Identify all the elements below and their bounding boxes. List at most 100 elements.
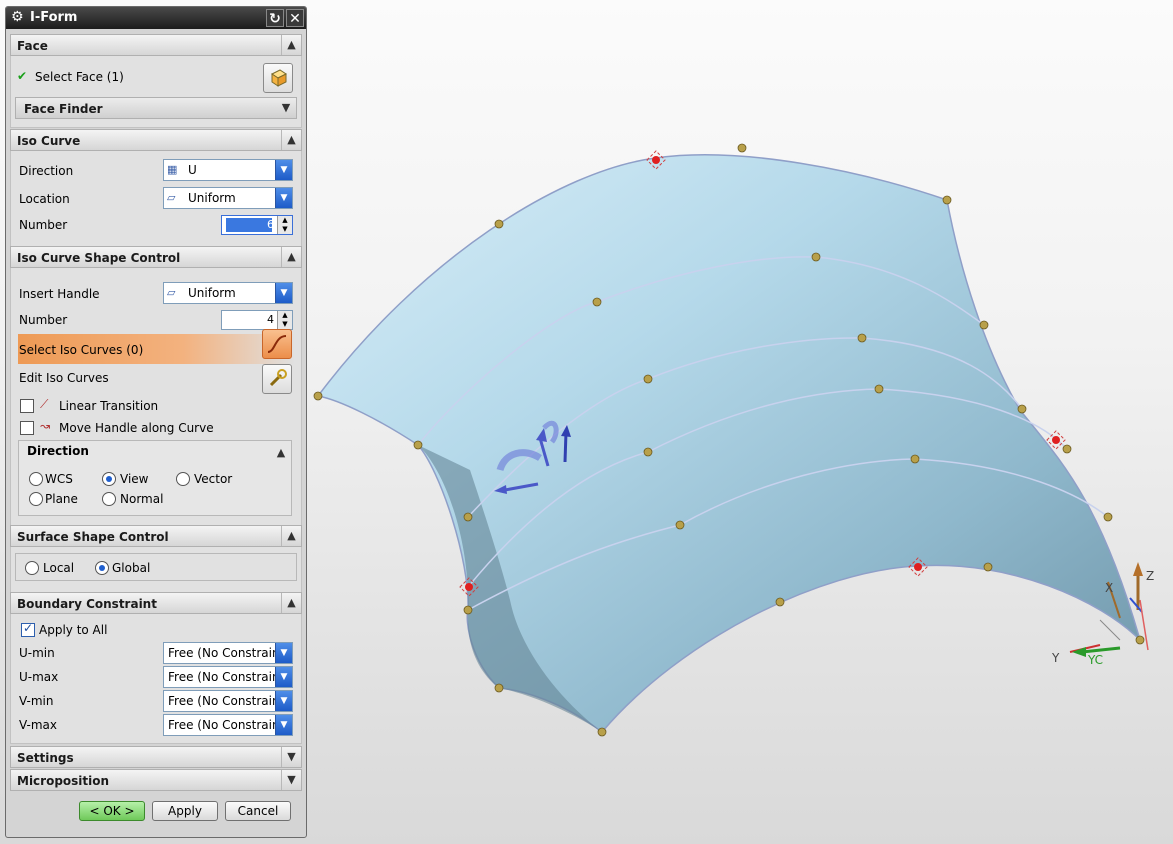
select-face-label[interactable]: Select Face (1) <box>35 70 124 84</box>
chevron-down-icon[interactable]: ▼ <box>275 160 292 180</box>
u-min-label: U-min <box>19 646 55 660</box>
direction-label: Direction <box>19 164 74 178</box>
v-max-select[interactable]: Free (No Constraint) ▼ <box>163 714 293 736</box>
surface-shape-section-body: Local Global <box>10 547 302 593</box>
iso-direction-icon: ▦ <box>167 163 178 176</box>
uniform-icon: ▱ <box>167 191 176 204</box>
location-label: Location <box>19 192 70 206</box>
linear-transition-checkbox[interactable] <box>20 399 34 413</box>
radio-normal[interactable] <box>102 492 116 506</box>
dialog-title: I-Form <box>30 10 78 25</box>
chevron-up-icon[interactable]: ▲ <box>281 35 301 55</box>
move-handle-label: Move Handle along Curve <box>59 421 214 435</box>
chevron-down-icon[interactable]: ▼ <box>275 188 292 208</box>
gear-icon[interactable]: ⚙ <box>11 9 24 25</box>
radio-plane-label: Plane <box>45 492 78 506</box>
iso-curve-section-header[interactable]: Iso Curve ▲ <box>10 129 302 151</box>
spinner-arrows-icon[interactable]: ▲ ▼ <box>277 311 292 329</box>
uniform-icon: ▱ <box>167 286 176 299</box>
curve-icon <box>267 335 287 353</box>
check-icon: ✔ <box>17 69 28 83</box>
iso-curve-section-body: Direction ▦ U ▼ Location ▱ Uniform ▼ Num… <box>10 151 302 247</box>
edit-iso-curves-label: Edit Iso Curves <box>19 371 109 385</box>
dialog-titlebar: ⚙ I-Form ↻ ✕ <box>6 7 306 29</box>
reset-button[interactable]: ↻ <box>266 9 284 27</box>
boundary-section-header[interactable]: Boundary Constraint ▲ <box>10 592 302 614</box>
v-min-label: V-min <box>19 694 54 708</box>
radio-vector[interactable] <box>176 472 190 486</box>
radio-vector-label: Vector <box>194 472 233 486</box>
iso-number-label: Number <box>19 218 68 232</box>
direction-select[interactable]: ▦ U ▼ <box>163 159 293 181</box>
handle-number-spinner[interactable]: 4 ▲ ▼ <box>221 310 293 330</box>
v-min-select[interactable]: Free (No Constraint) ▼ <box>163 690 293 712</box>
iform-surface[interactable] <box>316 154 1142 734</box>
chevron-up-icon[interactable]: ▲ <box>281 247 301 267</box>
move-handle-checkbox[interactable] <box>20 421 34 435</box>
face-section-header[interactable]: Face ▲ <box>10 34 302 56</box>
checkmark-icon: ✓ <box>23 621 34 635</box>
edit-iso-curves-button[interactable] <box>262 364 292 394</box>
apply-button[interactable]: Apply <box>152 801 218 821</box>
ok-button[interactable]: < OK > <box>79 801 145 821</box>
axis-label-x: X <box>1105 581 1113 595</box>
radio-normal-label: Normal <box>120 492 164 506</box>
radio-local-label: Local <box>43 561 75 575</box>
boundary-section-body: ✓ Apply to All U-min Free (No Constraint… <box>10 614 302 744</box>
radio-view[interactable] <box>102 472 116 486</box>
u-max-label: U-max <box>19 670 59 684</box>
iform-dialog: ⚙ I-Form ↻ ✕ Face ▲ ✔ Select Face (1) Fa… <box>5 6 307 838</box>
chevron-up-icon[interactable]: ▲ <box>281 130 301 150</box>
radio-wcs-label: WCS <box>45 472 73 486</box>
microposition-section-header[interactable]: Microposition ▼ <box>10 769 302 791</box>
chevron-up-icon[interactable]: ▲ <box>281 526 301 546</box>
direction-group: Direction ▲ WCS View Vector Plane Normal <box>18 440 292 516</box>
settings-section-header[interactable]: Settings ▼ <box>10 746 302 768</box>
apply-to-all-checkbox[interactable]: ✓ <box>21 621 35 637</box>
face-section-body: ✔ Select Face (1) Face Finder ▼ <box>10 56 302 128</box>
select-iso-curves-label[interactable]: Select Iso Curves (0) <box>19 343 143 357</box>
chevron-down-icon[interactable]: ▼ <box>275 643 292 663</box>
select-face-button[interactable] <box>263 63 293 93</box>
u-min-select[interactable]: Free (No Constraint) ▼ <box>163 642 293 664</box>
close-button[interactable]: ✕ <box>286 9 304 27</box>
cube-icon <box>271 69 287 87</box>
wrench-icon <box>269 369 287 387</box>
radio-global-label: Global <box>112 561 151 575</box>
linear-transition-icon: ⟋ <box>40 397 49 411</box>
apply-to-all-label: Apply to All <box>39 623 108 637</box>
radio-wcs[interactable] <box>29 472 43 486</box>
v-max-label: V-max <box>19 718 57 732</box>
select-iso-curves-button[interactable] <box>262 329 292 359</box>
iso-number-spinner[interactable]: 6 ▲ ▼ <box>221 215 293 235</box>
chevron-down-icon[interactable]: ▼ <box>275 667 292 687</box>
location-select[interactable]: ▱ Uniform ▼ <box>163 187 293 209</box>
radio-plane[interactable] <box>29 492 43 506</box>
axis-label-z: Z <box>1146 569 1154 583</box>
chevron-down-icon[interactable]: ▼ <box>276 98 296 118</box>
radio-global[interactable] <box>95 561 109 575</box>
chevron-down-icon[interactable]: ▼ <box>281 747 301 767</box>
insert-handle-label: Insert Handle <box>19 287 100 301</box>
chevron-up-icon[interactable]: ▲ <box>281 593 301 613</box>
chevron-up-icon[interactable]: ▲ <box>271 443 291 463</box>
insert-handle-select[interactable]: ▱ Uniform ▼ <box>163 282 293 304</box>
shape-control-section-header[interactable]: Iso Curve Shape Control ▲ <box>10 246 302 268</box>
axis-label-yc: YC <box>1087 653 1103 667</box>
chevron-down-icon[interactable]: ▼ <box>275 691 292 711</box>
radio-view-label: View <box>120 472 149 486</box>
u-max-select[interactable]: Free (No Constraint) ▼ <box>163 666 293 688</box>
surface-shape-section-header[interactable]: Surface Shape Control ▲ <box>10 525 302 547</box>
move-handle-icon: ↝ <box>40 419 51 433</box>
chevron-down-icon[interactable]: ▼ <box>281 770 301 790</box>
cancel-button[interactable]: Cancel <box>225 801 291 821</box>
chevron-down-icon[interactable]: ▼ <box>275 715 292 735</box>
face-finder-header[interactable]: Face Finder ▼ <box>15 97 297 119</box>
spinner-arrows-icon[interactable]: ▲ ▼ <box>277 216 292 234</box>
linear-transition-label: Linear Transition <box>59 399 159 413</box>
chevron-down-icon[interactable]: ▼ <box>275 283 292 303</box>
axis-label-y: Y <box>1051 651 1060 665</box>
direction-group-title: Direction <box>27 444 89 458</box>
handle-number-label: Number <box>19 313 68 327</box>
radio-local[interactable] <box>25 561 39 575</box>
